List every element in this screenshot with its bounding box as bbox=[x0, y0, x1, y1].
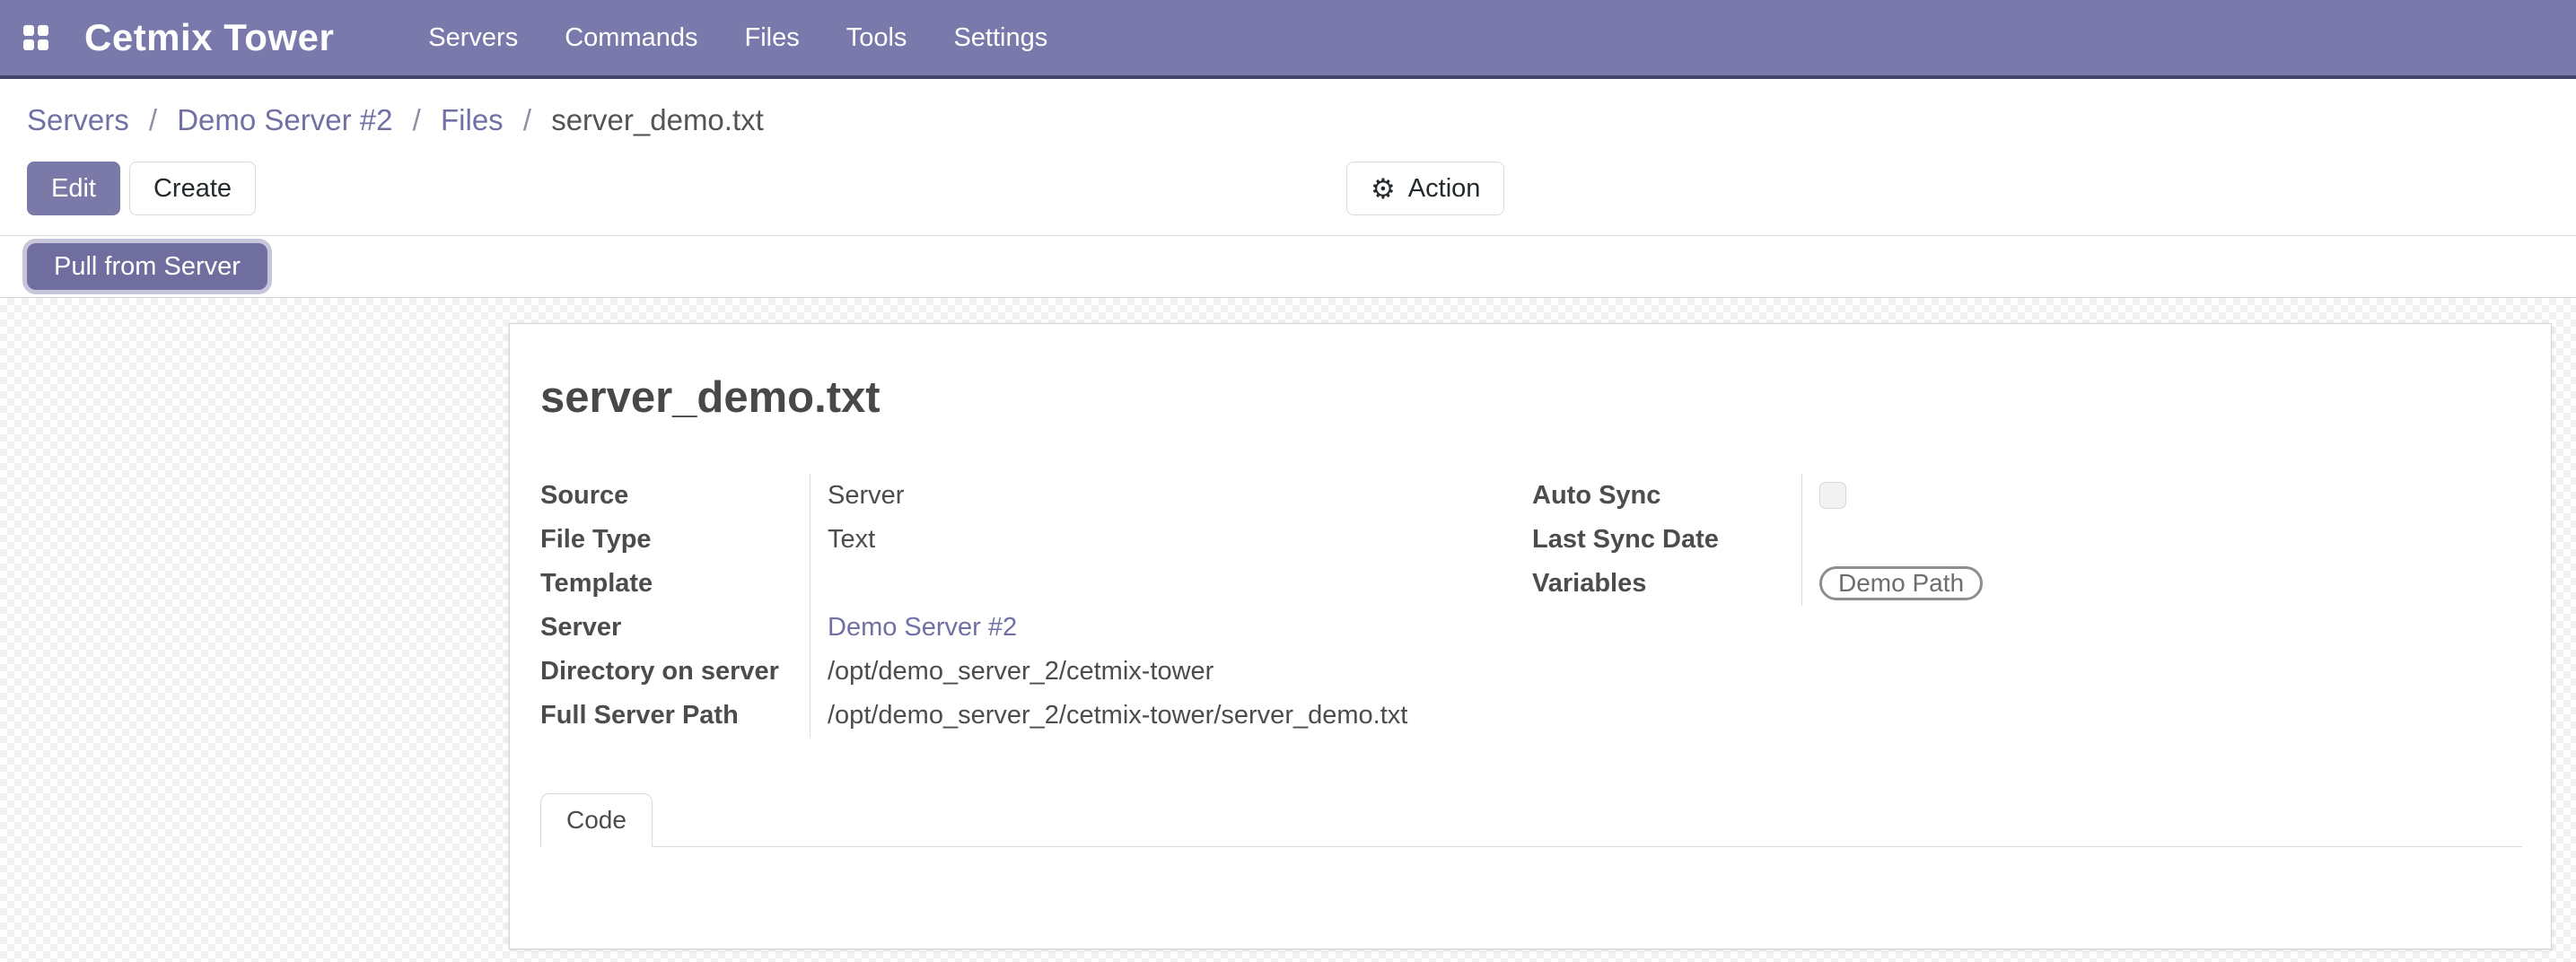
statusbar: Pull from Server bbox=[0, 235, 2576, 298]
form-field-groups: Source Server File Type Text Template Se… bbox=[540, 474, 2522, 738]
breadcrumb-link-demo-server-2[interactable]: Demo Server #2 bbox=[177, 103, 392, 136]
field-label: Template bbox=[540, 562, 810, 606]
field-row-last-sync-date: Last Sync Date bbox=[1532, 518, 2522, 562]
breadcrumb-link-servers[interactable]: Servers bbox=[27, 103, 129, 136]
edit-button[interactable]: Edit bbox=[27, 162, 120, 215]
menu-item-commands[interactable]: Commands bbox=[565, 23, 697, 53]
right-field-group: Auto Sync Last Sync Date Variables Demo … bbox=[1532, 474, 2522, 738]
apps-menu-icon-dot bbox=[23, 39, 34, 50]
field-label: Full Server Path bbox=[540, 694, 810, 738]
gear-icon: ⚙ bbox=[1371, 175, 1396, 203]
action-menu-label: Action bbox=[1408, 174, 1481, 204]
control-panel-buttons: Edit Create ⚙ Action bbox=[27, 162, 2549, 215]
field-row-variables: Variables Demo Path bbox=[1532, 562, 2522, 606]
create-button[interactable]: Create bbox=[129, 162, 256, 215]
pull-from-server-button[interactable]: Pull from Server bbox=[27, 243, 267, 290]
field-value: Server bbox=[810, 474, 1532, 518]
main-menu: Servers Commands Files Tools Settings bbox=[428, 23, 1047, 53]
record-title: server_demo.txt bbox=[540, 372, 2522, 424]
content-area: server_demo.txt Source Server File Type … bbox=[0, 298, 2576, 962]
field-label: Auto Sync bbox=[1532, 474, 1801, 518]
field-label: Source bbox=[540, 474, 810, 518]
menu-item-servers[interactable]: Servers bbox=[428, 23, 518, 53]
main-navbar: Cetmix Tower Servers Commands Files Tool… bbox=[0, 0, 2576, 79]
left-field-group: Source Server File Type Text Template Se… bbox=[540, 474, 1532, 738]
field-value bbox=[810, 562, 1532, 606]
field-label: Last Sync Date bbox=[1532, 518, 1801, 562]
apps-menu-icon-dot bbox=[23, 25, 34, 36]
breadcrumb-link-files[interactable]: Files bbox=[441, 103, 504, 136]
breadcrumb-separator: / bbox=[413, 103, 421, 136]
auto-sync-checkbox[interactable] bbox=[1819, 482, 1846, 509]
field-value bbox=[1801, 518, 2522, 562]
field-row-auto-sync: Auto Sync bbox=[1532, 474, 2522, 518]
apps-menu-icon-dot bbox=[38, 39, 48, 50]
form-sheet: server_demo.txt Source Server File Type … bbox=[509, 323, 2552, 949]
apps-menu-icon[interactable] bbox=[23, 25, 48, 50]
field-value: Demo Path bbox=[1801, 562, 2522, 606]
field-row-full-server-path: Full Server Path /opt/demo_server_2/cetm… bbox=[540, 694, 1532, 738]
field-label: File Type bbox=[540, 518, 810, 562]
server-record-link[interactable]: Demo Server #2 bbox=[828, 613, 1017, 642]
brand-title[interactable]: Cetmix Tower bbox=[84, 16, 334, 59]
field-row-source: Source Server bbox=[540, 474, 1532, 518]
field-value: /opt/demo_server_2/cetmix-tower/server_d… bbox=[810, 694, 1532, 738]
apps-menu-icon-dot bbox=[38, 25, 48, 36]
tab-code[interactable]: Code bbox=[540, 793, 653, 847]
field-row-file-type: File Type Text bbox=[540, 518, 1532, 562]
notebook: Code bbox=[540, 793, 2522, 847]
field-value: Demo Server #2 bbox=[810, 606, 1532, 650]
field-row-directory-on-server: Directory on server /opt/demo_server_2/c… bbox=[540, 650, 1532, 694]
field-value: Text bbox=[810, 518, 1532, 562]
menu-item-tools[interactable]: Tools bbox=[846, 23, 907, 53]
field-row-template: Template bbox=[540, 562, 1532, 606]
field-label: Server bbox=[540, 606, 810, 650]
page: Cetmix Tower Servers Commands Files Tool… bbox=[0, 0, 2576, 962]
breadcrumb: Servers / Demo Server #2 / Files / serve… bbox=[27, 101, 2549, 140]
field-row-server: Server Demo Server #2 bbox=[540, 606, 1532, 650]
field-label: Variables bbox=[1532, 562, 1801, 606]
control-panel: Servers / Demo Server #2 / Files / serve… bbox=[0, 79, 2576, 235]
menu-item-files[interactable]: Files bbox=[745, 23, 800, 53]
field-label: Directory on server bbox=[540, 650, 810, 694]
action-menu-button[interactable]: ⚙ Action bbox=[1346, 162, 1504, 215]
field-value bbox=[1801, 474, 2522, 518]
variable-tag-demo-path: Demo Path bbox=[1819, 566, 1983, 600]
breadcrumb-separator: / bbox=[523, 103, 531, 136]
breadcrumb-separator: / bbox=[149, 103, 157, 136]
field-value: /opt/demo_server_2/cetmix-tower bbox=[810, 650, 1532, 694]
breadcrumb-current: server_demo.txt bbox=[551, 103, 764, 136]
menu-item-settings[interactable]: Settings bbox=[953, 23, 1047, 53]
